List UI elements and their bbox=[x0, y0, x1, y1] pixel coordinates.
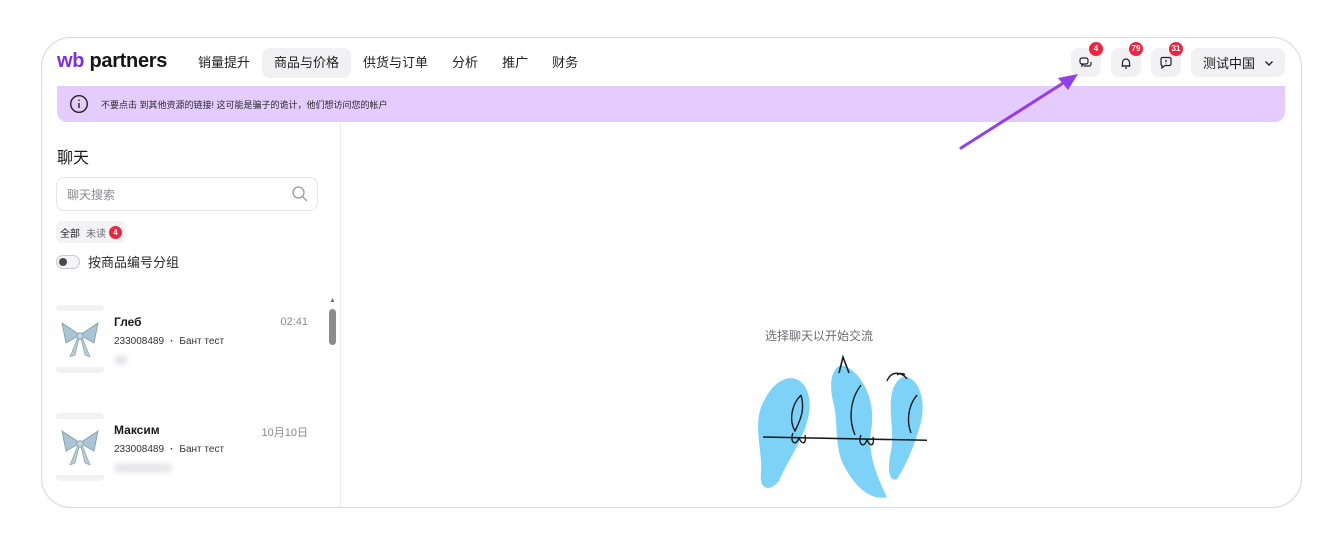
chevron-down-icon bbox=[1265, 60, 1273, 66]
group-by-article-row: 按商品编号分组 bbox=[56, 252, 179, 271]
nav-promotion[interactable]: 推广 bbox=[490, 48, 540, 78]
app-window: wb partners 销量提升 商品与价格 供货与订单 分析 推广 财务 4 bbox=[41, 37, 1302, 508]
filter-all[interactable]: 全部 bbox=[60, 225, 80, 240]
chat-product-info: 233008489 · Бант тест bbox=[114, 444, 224, 455]
logo-partners: partners bbox=[89, 50, 168, 72]
shop-name: 测试中国 bbox=[1202, 56, 1255, 71]
filter-unread-label: 未读 bbox=[86, 228, 106, 240]
product-thumbnail bbox=[56, 305, 104, 373]
product-thumbnail bbox=[56, 413, 104, 481]
chat-contact-name: Максим bbox=[114, 423, 160, 437]
chat-icon bbox=[1079, 56, 1092, 67]
group-by-article-toggle[interactable] bbox=[56, 254, 80, 269]
search-icon[interactable] bbox=[291, 185, 309, 203]
scroll-up-icon[interactable]: ▲ bbox=[329, 297, 336, 305]
nav-supplies-orders[interactable]: 供货与订单 bbox=[351, 48, 440, 78]
chat-preview-blurred bbox=[114, 355, 128, 365]
shop-selector[interactable]: 测试中国 bbox=[1190, 48, 1285, 77]
birds-illustration bbox=[758, 354, 927, 498]
notifications-badge: 79 bbox=[1128, 42, 1143, 56]
chat-article: 233008489 bbox=[114, 444, 165, 455]
bell-icon bbox=[1121, 57, 1131, 69]
unread-count-badge: 4 bbox=[109, 225, 122, 239]
bow-image bbox=[61, 322, 99, 358]
banner-text: 不要点击 到其他资源的链接! 这可能是骗子的诡计，他们想访问您的帐户 bbox=[101, 99, 388, 110]
nav-finance[interactable]: 财务 bbox=[540, 48, 590, 78]
empty-state-text: 选择聊天以开始交流 bbox=[765, 329, 874, 343]
wb-partners-logo[interactable]: wb partners bbox=[57, 50, 167, 73]
chat-product-name: Бант тест bbox=[179, 444, 225, 455]
chat-list: Глеб 02:41 233008489 · Бант тест Максим … bbox=[42, 297, 330, 507]
chats-button[interactable]: 4 bbox=[1070, 42, 1103, 77]
chat-product-name: Бант тест bbox=[179, 336, 225, 347]
chat-list-scrollbar[interactable]: ▲ bbox=[328, 297, 337, 507]
separator-dot: · bbox=[170, 444, 174, 455]
bow-image bbox=[61, 430, 99, 466]
feedback-badge: 31 bbox=[1168, 42, 1183, 56]
chat-search-input[interactable] bbox=[57, 178, 289, 212]
header-actions: 4 79 31 测试中国 bbox=[1070, 42, 1285, 77]
chat-panel-title: 聊天 bbox=[57, 150, 90, 167]
chat-article: 233008489 bbox=[114, 336, 165, 347]
logo-wb: wb bbox=[57, 50, 85, 72]
notifications-button[interactable]: 79 bbox=[1110, 42, 1143, 77]
chat-time: 02:41 bbox=[280, 316, 308, 328]
top-header: wb partners 销量提升 商品与价格 供货与订单 分析 推广 财务 4 bbox=[42, 38, 1301, 88]
nav-sales-growth[interactable]: 销量提升 bbox=[186, 48, 262, 78]
nav-analytics[interactable]: 分析 bbox=[440, 48, 490, 78]
feedback-icon bbox=[1160, 56, 1172, 69]
security-warning-banner: 不要点击 到其他资源的链接! 这可能是骗子的诡计，他们想访问您的帐户 bbox=[57, 86, 1285, 122]
chat-time: 10月10日 bbox=[261, 427, 308, 439]
chats-badge: 4 bbox=[1088, 42, 1103, 56]
nav-products-prices[interactable]: 商品与价格 bbox=[262, 48, 352, 78]
feedback-button[interactable]: 31 bbox=[1150, 42, 1183, 77]
chat-filters: 全部 未读 4 bbox=[56, 221, 126, 243]
main-nav: 销量提升 商品与价格 供货与订单 分析 推广 财务 bbox=[186, 48, 590, 78]
chat-preview-blurred bbox=[114, 463, 172, 473]
filter-unread[interactable]: 未读 4 bbox=[86, 225, 122, 240]
chat-list-item[interactable]: Максим 10月10日 233008489 · Бант тест bbox=[42, 405, 330, 507]
chat-list-item[interactable]: Глеб 02:41 233008489 · Бант тест bbox=[42, 297, 330, 405]
chat-sidebar: 聊天 全部 未读 4 按商品编号分组 bbox=[42, 122, 341, 507]
group-by-article-label: 按商品编号分组 bbox=[88, 255, 180, 270]
scrollbar-thumb[interactable] bbox=[329, 309, 336, 345]
chat-contact-name: Глеб bbox=[114, 315, 142, 329]
info-icon bbox=[69, 94, 89, 114]
chat-search bbox=[56, 177, 318, 212]
separator-dot: · bbox=[170, 336, 174, 347]
chat-product-info: 233008489 · Бант тест bbox=[114, 336, 224, 347]
